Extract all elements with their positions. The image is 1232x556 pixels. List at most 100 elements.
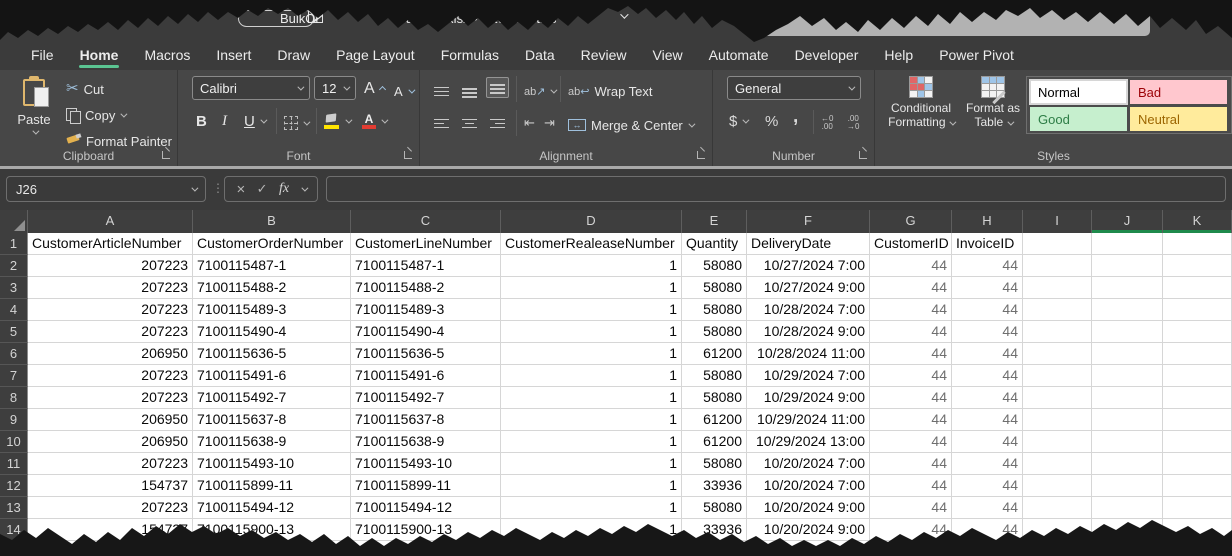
cell-J1[interactable] — [1092, 233, 1163, 255]
cell-A12[interactable]: 154737 — [28, 475, 193, 497]
cell-I2[interactable] — [1023, 255, 1092, 277]
cell-C3[interactable]: 7100115488-2 — [351, 277, 501, 299]
cell-E12[interactable]: 33936 — [682, 475, 747, 497]
cell-A13[interactable]: 207223 — [28, 497, 193, 519]
cell-A3[interactable]: 207223 — [28, 277, 193, 299]
formula-input[interactable] — [326, 176, 1226, 202]
cell-D13[interactable]: 1 — [501, 497, 682, 519]
cell-H3[interactable]: 44 — [952, 277, 1023, 299]
borders-button[interactable] — [284, 112, 308, 134]
cell-K6[interactable] — [1163, 343, 1232, 365]
cell-A9[interactable]: 206950 — [28, 409, 193, 431]
cell-G4[interactable]: 44 — [870, 299, 952, 321]
cell-K8[interactable] — [1163, 387, 1232, 409]
cell-C10[interactable]: 7100115638-9 — [351, 431, 501, 453]
cell-I14[interactable] — [1023, 519, 1092, 541]
cell-B10[interactable]: 7100115638-9 — [193, 431, 351, 453]
cell-K11[interactable] — [1163, 453, 1232, 475]
cell-I8[interactable] — [1023, 387, 1092, 409]
column-header-B[interactable]: B — [193, 210, 351, 233]
cell-K4[interactable] — [1163, 299, 1232, 321]
cell-J8[interactable] — [1092, 387, 1163, 409]
cell-B8[interactable]: 7100115492-7 — [193, 387, 351, 409]
fx-chevron-icon[interactable] — [301, 184, 308, 191]
cell-B7[interactable]: 7100115491-6 — [193, 365, 351, 387]
cell-B9[interactable]: 7100115637-8 — [193, 409, 351, 431]
column-header-C[interactable]: C — [351, 210, 501, 233]
font-family-select[interactable]: Calibri — [192, 76, 310, 100]
cell-F11[interactable]: 10/20/2024 7:00 — [747, 453, 870, 475]
cell-E1[interactable]: Quantity — [682, 233, 747, 255]
italic-button[interactable]: I — [222, 110, 227, 132]
format-as-table-button[interactable]: Format as Table — [961, 76, 1025, 129]
cell-H13[interactable]: 44 — [952, 497, 1023, 519]
font-dialog-launcher-icon[interactable] — [404, 151, 412, 159]
cell-I4[interactable] — [1023, 299, 1092, 321]
cell-G2[interactable]: 44 — [870, 255, 952, 277]
column-header-D[interactable]: D — [501, 210, 682, 233]
orientation-button[interactable]: ab↗ — [524, 80, 555, 102]
cell-D14[interactable]: 1 — [501, 519, 682, 541]
cell-C8[interactable]: 7100115492-7 — [351, 387, 501, 409]
cell-G13[interactable]: 44 — [870, 497, 952, 519]
cell-F4[interactable]: 10/28/2024 7:00 — [747, 299, 870, 321]
cell-H2[interactable]: 44 — [952, 255, 1023, 277]
cell-G12[interactable]: 44 — [870, 475, 952, 497]
cell-H14[interactable]: 44 — [952, 519, 1023, 541]
cell-K12[interactable] — [1163, 475, 1232, 497]
merge-center-button[interactable]: ↔ Merge & Center — [568, 114, 693, 136]
style-bad[interactable]: Bad — [1130, 80, 1227, 104]
column-header-E[interactable]: E — [682, 210, 747, 233]
align-right-button[interactable] — [490, 114, 505, 136]
comma-button[interactable]: , — [793, 106, 798, 128]
decrease-decimal-button[interactable]: .00 →0 — [847, 112, 859, 134]
number-dialog-launcher-icon[interactable] — [859, 151, 867, 159]
tab-developer[interactable]: Developer — [782, 40, 872, 70]
column-header-H[interactable]: H — [952, 210, 1023, 233]
cell-B14[interactable]: 7100115900-13 — [193, 519, 351, 541]
cell-D8[interactable]: 1 — [501, 387, 682, 409]
cell-B2[interactable]: 7100115487-1 — [193, 255, 351, 277]
tab-home[interactable]: Home — [67, 40, 132, 70]
cell-G14[interactable]: 44 — [870, 519, 952, 541]
cell-E8[interactable]: 58080 — [682, 387, 747, 409]
cell-E3[interactable]: 58080 — [682, 277, 747, 299]
column-header-F[interactable]: F — [747, 210, 870, 233]
cell-F3[interactable]: 10/27/2024 9:00 — [747, 277, 870, 299]
cell-J3[interactable] — [1092, 277, 1163, 299]
cell-C4[interactable]: 7100115489-3 — [351, 299, 501, 321]
align-center-button[interactable] — [462, 114, 477, 136]
cell-E11[interactable]: 58080 — [682, 453, 747, 475]
cell-K9[interactable] — [1163, 409, 1232, 431]
cell-H4[interactable]: 44 — [952, 299, 1023, 321]
cell-I10[interactable] — [1023, 431, 1092, 453]
cell-K10[interactable] — [1163, 431, 1232, 453]
cell-C14[interactable]: 7100115900-13 — [351, 519, 501, 541]
row-number-12[interactable]: 12 — [0, 475, 28, 497]
wrap-text-button[interactable]: ab↩ Wrap Text — [568, 80, 653, 102]
cell-E9[interactable]: 61200 — [682, 409, 747, 431]
middle-align-button[interactable] — [462, 82, 477, 104]
cell-B5[interactable]: 7100115490-4 — [193, 321, 351, 343]
cell-G8[interactable]: 44 — [870, 387, 952, 409]
cell-H5[interactable]: 44 — [952, 321, 1023, 343]
cell-G6[interactable]: 44 — [870, 343, 952, 365]
cell-D11[interactable]: 1 — [501, 453, 682, 475]
row-number-1[interactable]: 1 — [0, 233, 28, 255]
cell-A1[interactable]: CustomerArticleNumber — [28, 233, 193, 255]
column-header-A[interactable]: A — [28, 210, 193, 233]
column-header-G[interactable]: G — [870, 210, 952, 233]
cell-B11[interactable]: 7100115493-10 — [193, 453, 351, 475]
cell-H11[interactable]: 44 — [952, 453, 1023, 475]
tab-help[interactable]: Help — [871, 40, 926, 70]
cell-E6[interactable]: 61200 — [682, 343, 747, 365]
cell-I9[interactable] — [1023, 409, 1092, 431]
cell-D7[interactable]: 1 — [501, 365, 682, 387]
tab-draw[interactable]: Draw — [264, 40, 323, 70]
select-all-corner[interactable] — [0, 210, 28, 233]
cell-E2[interactable]: 58080 — [682, 255, 747, 277]
cell-G9[interactable]: 44 — [870, 409, 952, 431]
cell-K3[interactable] — [1163, 277, 1232, 299]
cell-B6[interactable]: 7100115636-5 — [193, 343, 351, 365]
cell-H1[interactable]: InvoiceID — [952, 233, 1023, 255]
